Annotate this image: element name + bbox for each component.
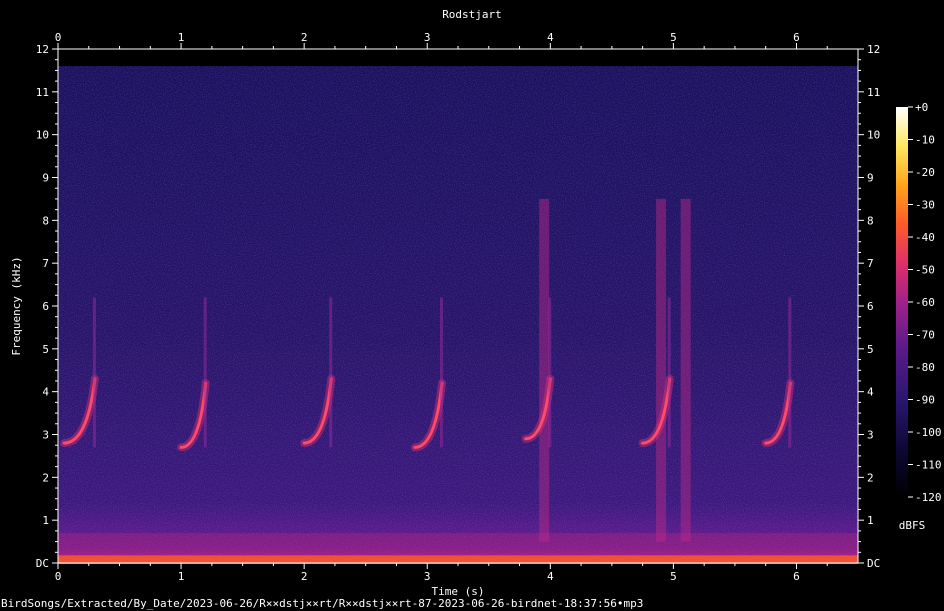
x-tick-label-top: 1 xyxy=(178,31,185,44)
y-tick-label-left: 11 xyxy=(36,86,49,99)
x-tick-label-top: 5 xyxy=(670,31,677,44)
noise-texture xyxy=(58,66,858,563)
x-tick-label-top: 3 xyxy=(424,31,431,44)
x-tick-label-bottom: 5 xyxy=(670,570,677,583)
y-tick-label-left: 9 xyxy=(42,172,49,185)
colorbar-tick-label: -50 xyxy=(915,264,935,277)
spectrogram-plot xyxy=(58,49,858,564)
colorbar xyxy=(896,107,908,497)
x-tick-label-bottom: 0 xyxy=(55,570,62,583)
bird-call-harmonic xyxy=(329,297,333,448)
colorbar-tick-label: -120 xyxy=(915,491,942,504)
colorbar-tick-label: -70 xyxy=(915,329,935,342)
y-tick-label-right: DC xyxy=(867,557,880,570)
colorbar-tick-label: +0 xyxy=(915,101,928,114)
broadband-burst xyxy=(656,198,667,542)
y-tick-label-left: 5 xyxy=(42,343,49,356)
y-tick-label-left: 4 xyxy=(42,386,49,399)
bird-call-harmonic xyxy=(440,297,443,448)
colorbar-tick-label: -100 xyxy=(915,426,942,439)
y-tick-label-right: 6 xyxy=(867,300,874,313)
y-tick-label-right: 5 xyxy=(867,343,874,356)
y-tick-label-right: 11 xyxy=(867,86,880,99)
x-tick-label-bottom: 2 xyxy=(301,570,308,583)
y-tick-label-right: 7 xyxy=(867,257,874,270)
x-tick-label-bottom: 1 xyxy=(178,570,185,583)
x-tick-label-bottom: 3 xyxy=(424,570,431,583)
bird-call-harmonic xyxy=(203,297,207,448)
y-tick-label-left: 10 xyxy=(36,129,49,142)
y-tick-label-right: 9 xyxy=(867,172,874,185)
x-tick-label-bottom: 6 xyxy=(793,570,800,583)
y-tick-label-right: 4 xyxy=(867,386,874,399)
broadband-burst xyxy=(539,198,550,542)
y-tick-label-left: 7 xyxy=(42,257,49,270)
y-tick-label-right: 1 xyxy=(867,514,874,527)
y-tick-label-right: 8 xyxy=(867,214,874,227)
bird-call-harmonic xyxy=(548,297,552,448)
y-tick-label-left: 1 xyxy=(42,514,49,527)
low-frequency-band xyxy=(58,533,858,556)
y-tick-label-right: 12 xyxy=(867,43,880,56)
y-tick-label-left: 2 xyxy=(42,471,49,484)
x-tick-label-top: 2 xyxy=(301,31,308,44)
y-tick-label-left: 6 xyxy=(42,300,49,313)
spectrogram-chart: DC DC1 12 23 34 45 56 67 78 89 910 1011 1112 12001122… xyxy=(10,31,942,598)
bird-call-harmonic xyxy=(667,297,671,448)
y-tick-label-left: 8 xyxy=(42,214,49,227)
y-tick-label-left: 12 xyxy=(36,43,49,56)
broadband-burst xyxy=(680,198,691,542)
colorbar-tick-label: -110 xyxy=(915,459,942,472)
y-tick-label-right: 10 xyxy=(867,129,880,142)
colorbar-tick-label: -10 xyxy=(915,134,935,147)
colorbar-tick-label: -90 xyxy=(915,394,935,407)
colorbar-tick-label: -20 xyxy=(915,166,935,179)
file-path: BirdSongs/Extracted/By_Date/2023-06-26/R… xyxy=(1,597,644,610)
colorbar-ticks: +0 -10 -20 -30 -40 -50 -60 -70 -80 -90 -100 -110 -12… xyxy=(908,101,942,504)
colorbar-tick-label: -40 xyxy=(915,231,935,244)
x-tick-label-top: 0 xyxy=(55,31,62,44)
y-tick-label-left: 3 xyxy=(42,429,49,442)
y-tick-label-left: DC xyxy=(36,557,49,570)
x-tick-label-top: 4 xyxy=(547,31,554,44)
colorbar-tick-label: -60 xyxy=(915,296,935,309)
y-tick-label-right: 3 xyxy=(867,429,874,442)
colorbar-tick-label: -30 xyxy=(915,199,935,212)
colorbar-label: dBFS xyxy=(899,519,926,532)
colorbar-tick-label: -80 xyxy=(915,361,935,374)
y-tick-label-right: 2 xyxy=(867,471,874,484)
bird-call-harmonic xyxy=(92,297,96,448)
bird-call-harmonic xyxy=(788,297,792,448)
x-tick-label-top: 6 xyxy=(793,31,800,44)
y-axis-label: Frequency (kHz) xyxy=(10,256,23,355)
x-tick-label-bottom: 4 xyxy=(547,570,554,583)
